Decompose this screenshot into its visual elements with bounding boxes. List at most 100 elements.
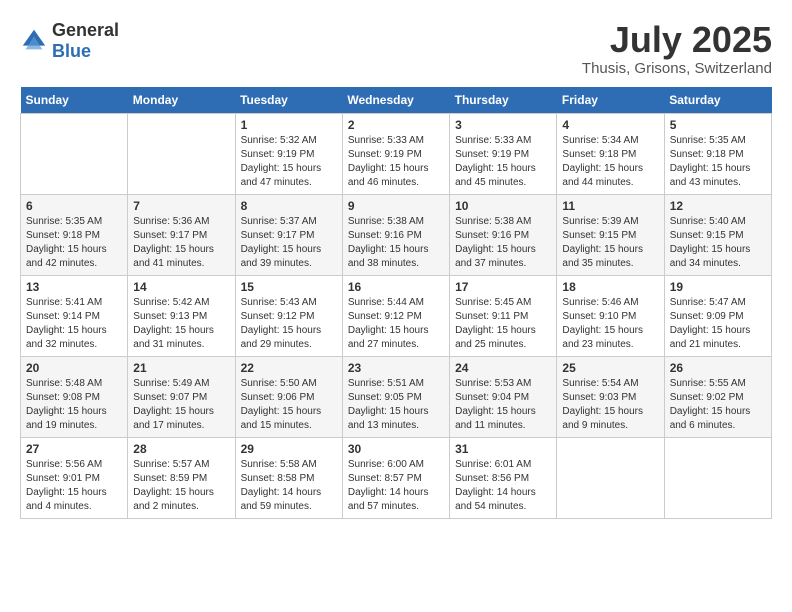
calendar-cell: [128, 113, 235, 194]
day-detail: Sunrise: 5:58 AMSunset: 8:58 PMDaylight:…: [241, 458, 337, 514]
calendar-cell: 28 Sunrise: 5:57 AMSunset: 8:59 PMDayligh…: [128, 437, 235, 518]
calendar-cell: 21 Sunrise: 5:49 AMSunset: 9:07 PMDayligh…: [128, 356, 235, 437]
day-number: 1: [241, 118, 337, 132]
calendar-cell: 29Sunrise: 5:58 AMSunset: 8:58 PMDayligh…: [235, 437, 342, 518]
day-detail: Sunrise: 5:33 AMSunset: 9:19 PMDaylight:…: [348, 134, 444, 190]
calendar-cell: 12 Sunrise: 5:40 AMSunset: 9:15 PMDayligh…: [664, 194, 771, 275]
calendar-cell: 13 Sunrise: 5:41 AMSunset: 9:14 PMDayligh…: [21, 275, 128, 356]
day-number: 11: [562, 199, 658, 213]
day-detail: Sunrise: 5:41 AMSunset: 9:14 PMDaylight:…: [26, 296, 122, 352]
day-detail: Sunrise: 5:40 AMSunset: 9:15 PMDaylight:…: [670, 215, 766, 271]
calendar-cell: 2 Sunrise: 5:33 AMSunset: 9:19 PMDaylight…: [342, 113, 449, 194]
day-number: 13: [26, 280, 122, 294]
day-number: 14: [133, 280, 229, 294]
day-detail: Sunrise: 5:44 AMSunset: 9:12 PMDaylight:…: [348, 296, 444, 352]
day-detail: Sunrise: 5:50 AMSunset: 9:06 PMDaylight:…: [241, 377, 337, 433]
weekday-header-monday: Monday: [128, 87, 235, 114]
week-row-3: 13 Sunrise: 5:41 AMSunset: 9:14 PMDayligh…: [21, 275, 772, 356]
month-title: July 2025: [582, 20, 772, 60]
calendar-cell: 30Sunrise: 6:00 AMSunset: 8:57 PMDayligh…: [342, 437, 449, 518]
page-header: General Blue July 2025 Thusis, Grisons, …: [20, 20, 772, 77]
day-number: 24: [455, 361, 551, 375]
calendar-table: SundayMondayTuesdayWednesdayThursdayFrid…: [20, 87, 772, 519]
day-detail: Sunrise: 5:45 AMSunset: 9:11 PMDaylight:…: [455, 296, 551, 352]
calendar-cell: 4Sunrise: 5:34 AMSunset: 9:18 PMDaylight…: [557, 113, 664, 194]
day-number: 28: [133, 442, 229, 456]
day-detail: Sunrise: 5:56 AMSunset: 9:01 PMDaylight:…: [26, 458, 122, 514]
calendar-cell: 31 Sunrise: 6:01 AMSunset: 8:56 PMDayligh…: [450, 437, 557, 518]
weekday-header-thursday: Thursday: [450, 87, 557, 114]
day-number: 5: [670, 118, 766, 132]
calendar-cell: 1Sunrise: 5:32 AMSunset: 9:19 PMDaylight…: [235, 113, 342, 194]
logo-text: General Blue: [52, 20, 119, 62]
calendar-cell: 26Sunrise: 5:55 AMSunset: 9:02 PMDayligh…: [664, 356, 771, 437]
week-row-5: 27Sunrise: 5:56 AMSunset: 9:01 PMDayligh…: [21, 437, 772, 518]
weekday-header-friday: Friday: [557, 87, 664, 114]
title-block: July 2025 Thusis, Grisons, Switzerland: [582, 20, 772, 77]
calendar-cell: 19Sunrise: 5:47 AMSunset: 9:09 PMDayligh…: [664, 275, 771, 356]
calendar-cell: 10Sunrise: 5:38 AMSunset: 9:16 PMDayligh…: [450, 194, 557, 275]
day-detail: Sunrise: 5:33 AMSunset: 9:19 PMDaylight:…: [455, 134, 551, 190]
day-number: 7: [133, 199, 229, 213]
day-number: 20: [26, 361, 122, 375]
calendar-cell: 14 Sunrise: 5:42 AMSunset: 9:13 PMDayligh…: [128, 275, 235, 356]
calendar-cell: 22 Sunrise: 5:50 AMSunset: 9:06 PMDayligh…: [235, 356, 342, 437]
day-detail: Sunrise: 5:38 AMSunset: 9:16 PMDaylight:…: [348, 215, 444, 271]
calendar-cell: 17 Sunrise: 5:45 AMSunset: 9:11 PMDayligh…: [450, 275, 557, 356]
day-number: 31: [455, 442, 551, 456]
day-detail: Sunrise: 5:53 AMSunset: 9:04 PMDaylight:…: [455, 377, 551, 433]
day-detail: Sunrise: 5:51 AMSunset: 9:05 PMDaylight:…: [348, 377, 444, 433]
day-detail: Sunrise: 5:54 AMSunset: 9:03 PMDaylight:…: [562, 377, 658, 433]
day-detail: Sunrise: 5:37 AMSunset: 9:17 PMDaylight:…: [241, 215, 337, 271]
calendar-cell: 25Sunrise: 5:54 AMSunset: 9:03 PMDayligh…: [557, 356, 664, 437]
day-detail: Sunrise: 5:49 AMSunset: 9:07 PMDaylight:…: [133, 377, 229, 433]
day-number: 3: [455, 118, 551, 132]
logo: General Blue: [20, 20, 119, 62]
calendar-cell: 16 Sunrise: 5:44 AMSunset: 9:12 PMDayligh…: [342, 275, 449, 356]
day-number: 23: [348, 361, 444, 375]
calendar-cell: 8 Sunrise: 5:37 AMSunset: 9:17 PMDaylight…: [235, 194, 342, 275]
calendar-cell: 3 Sunrise: 5:33 AMSunset: 9:19 PMDaylight…: [450, 113, 557, 194]
weekday-header-row: SundayMondayTuesdayWednesdayThursdayFrid…: [21, 87, 772, 114]
day-number: 19: [670, 280, 766, 294]
week-row-1: 1Sunrise: 5:32 AMSunset: 9:19 PMDaylight…: [21, 113, 772, 194]
day-number: 30: [348, 442, 444, 456]
calendar-cell: 24 Sunrise: 5:53 AMSunset: 9:04 PMDayligh…: [450, 356, 557, 437]
day-detail: Sunrise: 5:39 AMSunset: 9:15 PMDaylight:…: [562, 215, 658, 271]
calendar-cell: 7 Sunrise: 5:36 AMSunset: 9:17 PMDaylight…: [128, 194, 235, 275]
day-detail: Sunrise: 6:01 AMSunset: 8:56 PMDaylight:…: [455, 458, 551, 514]
day-number: 21: [133, 361, 229, 375]
week-row-2: 6Sunrise: 5:35 AMSunset: 9:18 PMDaylight…: [21, 194, 772, 275]
day-detail: Sunrise: 5:36 AMSunset: 9:17 PMDaylight:…: [133, 215, 229, 271]
weekday-header-sunday: Sunday: [21, 87, 128, 114]
day-number: 8: [241, 199, 337, 213]
location-title: Thusis, Grisons, Switzerland: [582, 60, 772, 77]
day-detail: Sunrise: 5:35 AMSunset: 9:18 PMDaylight:…: [26, 215, 122, 271]
logo-general: General: [52, 20, 119, 40]
week-row-4: 20Sunrise: 5:48 AMSunset: 9:08 PMDayligh…: [21, 356, 772, 437]
day-detail: Sunrise: 5:46 AMSunset: 9:10 PMDaylight:…: [562, 296, 658, 352]
day-detail: Sunrise: 5:35 AMSunset: 9:18 PMDaylight:…: [670, 134, 766, 190]
day-number: 9: [348, 199, 444, 213]
logo-blue: Blue: [52, 41, 91, 61]
day-detail: Sunrise: 5:34 AMSunset: 9:18 PMDaylight:…: [562, 134, 658, 190]
calendar-cell: 9 Sunrise: 5:38 AMSunset: 9:16 PMDaylight…: [342, 194, 449, 275]
day-number: 12: [670, 199, 766, 213]
calendar-cell: [664, 437, 771, 518]
day-detail: Sunrise: 5:38 AMSunset: 9:16 PMDaylight:…: [455, 215, 551, 271]
day-detail: Sunrise: 5:57 AMSunset: 8:59 PMDaylight:…: [133, 458, 229, 514]
calendar-cell: 11 Sunrise: 5:39 AMSunset: 9:15 PMDayligh…: [557, 194, 664, 275]
calendar-cell: 6Sunrise: 5:35 AMSunset: 9:18 PMDaylight…: [21, 194, 128, 275]
day-number: 16: [348, 280, 444, 294]
calendar-cell: 18Sunrise: 5:46 AMSunset: 9:10 PMDayligh…: [557, 275, 664, 356]
day-detail: Sunrise: 5:43 AMSunset: 9:12 PMDaylight:…: [241, 296, 337, 352]
calendar-cell: [557, 437, 664, 518]
day-number: 2: [348, 118, 444, 132]
weekday-header-saturday: Saturday: [664, 87, 771, 114]
day-number: 17: [455, 280, 551, 294]
day-detail: Sunrise: 5:55 AMSunset: 9:02 PMDaylight:…: [670, 377, 766, 433]
day-number: 22: [241, 361, 337, 375]
day-detail: Sunrise: 5:42 AMSunset: 9:13 PMDaylight:…: [133, 296, 229, 352]
calendar-cell: 5 Sunrise: 5:35 AMSunset: 9:18 PMDaylight…: [664, 113, 771, 194]
weekday-header-tuesday: Tuesday: [235, 87, 342, 114]
